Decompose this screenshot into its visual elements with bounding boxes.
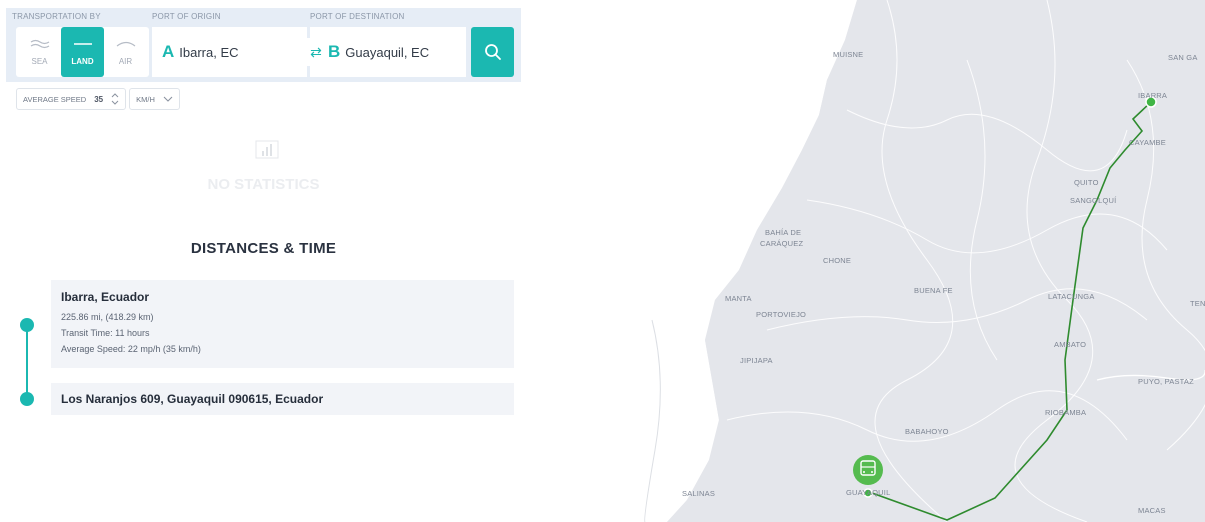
- city-label: QUITO: [1074, 178, 1099, 187]
- truck-icon[interactable]: [853, 455, 883, 485]
- city-label: PORTOVIEJO: [756, 310, 807, 319]
- no-statistics-text: NO STATISTICS: [207, 176, 320, 193]
- mode-sea-button[interactable]: SEA: [18, 27, 61, 77]
- swap-arrows-icon[interactable]: ⇄: [307, 38, 325, 66]
- city-label: BUENA FE: [914, 286, 953, 295]
- city-label: TEN: [1190, 299, 1205, 308]
- speed-controls: AVERAGE SPEED 35 KM/H: [16, 88, 180, 110]
- city-label: JIPIJAPA: [740, 356, 773, 365]
- city-label: SALINAS: [682, 489, 716, 498]
- city-label: GUAYAQUIL: [846, 488, 891, 497]
- destination-field[interactable]: B Guayaquil, EC: [310, 27, 466, 77]
- origin-stop-distance: 225.86 mi, (418.29 km): [61, 312, 154, 322]
- destination-letter: B: [328, 42, 341, 61]
- city-label: MACAS: [1138, 506, 1166, 515]
- destination-label: PORT OF DESTINATION: [310, 12, 405, 21]
- origin-stop-card: Ibarra, Ecuador 225.86 mi, (418.29 km) T…: [51, 280, 514, 368]
- city-label: MANTA: [725, 294, 752, 303]
- distances-title: DISTANCES & TIME: [190, 240, 337, 257]
- destination-dot: [20, 392, 34, 406]
- search-bar: TRANSPORTATION BY PORT OF ORIGIN PORT OF…: [6, 8, 521, 82]
- city-label: AMBATO: [1054, 340, 1087, 349]
- transport-mode-group: SEA LAND AIR: [16, 27, 149, 77]
- map-canvas: [527, 0, 1205, 522]
- origin-stop-transit: Transit Time: 11 hours: [61, 328, 150, 338]
- city-label: BAHÍA DE: [765, 228, 802, 237]
- city-label: SAN GA: [1168, 53, 1198, 62]
- origin-stop-speed: Average Speed: 22 mp/h (35 km/h): [61, 344, 201, 354]
- air-icon: [116, 41, 135, 46]
- average-speed-label: AVERAGE SPEED: [23, 94, 87, 104]
- chevron-down-icon: [163, 96, 173, 102]
- city-label: PUYO, PASTAZ: [1138, 377, 1194, 386]
- stepper-arrows-icon[interactable]: [111, 92, 119, 106]
- app: TRANSPORTATION BY PORT OF ORIGIN PORT OF…: [0, 0, 1205, 522]
- origin-value: Ibarra, EC: [179, 44, 239, 60]
- origin-label: PORT OF ORIGIN: [152, 12, 221, 21]
- mode-sea-label: SEA: [31, 56, 48, 66]
- road-icon: [73, 42, 92, 45]
- city-label: CARÁQUEZ: [760, 239, 804, 248]
- city-label: IBARRA: [1138, 91, 1168, 100]
- bar-chart-icon: [255, 140, 279, 159]
- origin-stop-name: Ibarra, Ecuador: [61, 290, 150, 304]
- search-button[interactable]: [471, 27, 514, 77]
- transport-label: TRANSPORTATION BY: [12, 12, 101, 21]
- origin-letter: A: [162, 42, 175, 61]
- route-map[interactable]: MUISNE SAN GA IBARRA CAYAMBE QUITO SANGO…: [527, 0, 1205, 522]
- city-label: RIOBAMBA: [1045, 408, 1087, 417]
- mode-air-button[interactable]: AIR: [104, 27, 147, 77]
- destination-value: Guayaquil, EC: [345, 44, 430, 60]
- city-label: BABAHOYO: [905, 427, 949, 436]
- city-label: SANGOLQUÍ: [1070, 196, 1117, 205]
- origin-field[interactable]: A Ibarra, EC: [152, 27, 307, 77]
- mode-land-label: LAND: [71, 56, 94, 66]
- mode-land-button[interactable]: LAND: [61, 27, 104, 77]
- wave-icon: [30, 39, 49, 48]
- city-label: CAYAMBE: [1129, 138, 1166, 147]
- average-speed-stepper[interactable]: AVERAGE SPEED 35: [16, 88, 127, 110]
- average-speed-value: 35: [94, 94, 104, 104]
- city-label: MUISNE: [833, 50, 864, 59]
- route-panel: TRANSPORTATION BY PORT OF ORIGIN PORT OF…: [0, 0, 527, 522]
- city-label: LATACUNGA: [1048, 292, 1095, 301]
- speed-unit-value: KM/H: [136, 94, 155, 104]
- route-connector: [26, 330, 28, 398]
- city-label: CHONE: [823, 256, 852, 265]
- search-icon: [484, 44, 501, 60]
- speed-unit-select[interactable]: KM/H: [129, 88, 180, 110]
- mode-air-label: AIR: [118, 56, 133, 66]
- destination-stop-card: Los Naranjos 609, Guayaquil 090615, Ecua…: [51, 383, 514, 415]
